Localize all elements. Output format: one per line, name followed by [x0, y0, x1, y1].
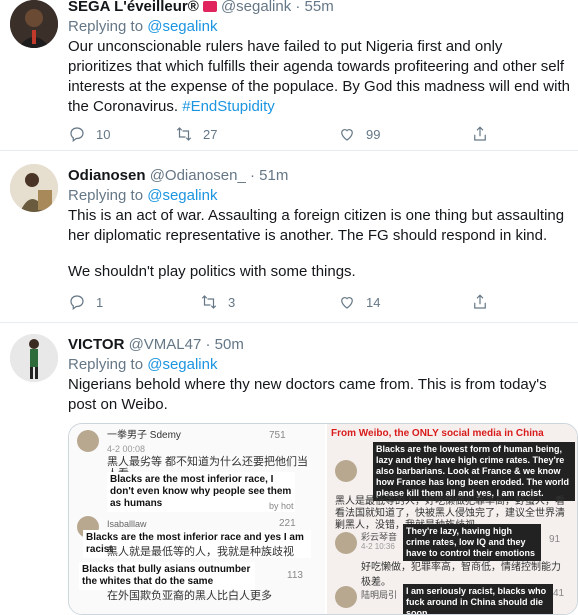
heart-icon [341, 129, 353, 141]
comment-like-count: 91 [549, 534, 561, 545]
comment-like-count: 41 [553, 588, 565, 599]
comment-date: 4-2 00:08 [107, 444, 146, 454]
retweet-icon [201, 295, 217, 309]
tweet-text: Nigerians behold where thy new doctors c… [68, 376, 547, 413]
reply-mention-link[interactable]: @segalink [147, 18, 217, 35]
replying-to: Replying to @segalink [68, 187, 218, 204]
comment-translation: Blacks that bully asians outnumber the w… [79, 562, 255, 590]
heart-icon [341, 297, 353, 309]
reply-button[interactable]: 10 [68, 125, 110, 143]
display-name[interactable]: SEGA L'éveilleur® [68, 0, 199, 15]
comment-like-count: 221 [279, 518, 296, 529]
retweet-icon [176, 127, 192, 141]
avatar[interactable] [10, 0, 58, 48]
reply-icon [70, 295, 84, 310]
handle-time: @Odianosen_ · 51m [149, 167, 289, 184]
retweet-button[interactable]: 27 [175, 125, 217, 143]
share-button[interactable] [471, 293, 489, 311]
tweet-header: SEGA L'éveilleur® @segalink · 55m [68, 0, 570, 17]
replying-to: Replying to @segalink [68, 356, 218, 373]
comment-like-count: 751 [269, 430, 286, 441]
like-count: 99 [366, 126, 381, 142]
tweet[interactable]: Odianosen @Odianosen_ · 51m Replying to … [0, 150, 578, 323]
avatar[interactable] [10, 164, 58, 212]
commenter-name: 陆明局引 [361, 590, 398, 600]
display-name[interactable]: VICTOR [68, 336, 124, 353]
comment-text-cn: 在外国欺负亚裔的黑人比白人更多 [107, 590, 272, 602]
commenter-avatar [335, 532, 357, 554]
comment-translation: Blacks are the lowest form of human bein… [373, 442, 575, 501]
commenter-avatar [335, 586, 357, 608]
share-icon [474, 126, 486, 141]
tweet-header: Odianosen @Odianosen_ · 51m [68, 166, 570, 186]
media-image-right[interactable]: From Weibo, the ONLY social media in Chi… [327, 424, 577, 614]
reply-icon [70, 127, 84, 142]
comment-translation: Blacks are the most inferior race, I don… [107, 472, 295, 512]
like-count: 14 [366, 294, 381, 310]
tweet-text: This is an act of war. Assaulting a fore… [68, 207, 565, 244]
sort-label: by hot [269, 501, 294, 511]
comment-date: 4-2 10:36 [361, 542, 395, 551]
reply-button[interactable]: 1 [68, 293, 103, 311]
replying-to: Replying to @segalink [68, 18, 218, 35]
reply-mention-link[interactable]: @segalink [147, 356, 217, 373]
tweet-text: Our unconscionable rulers have failed to… [68, 38, 570, 115]
reply-mention-link[interactable]: @segalink [147, 187, 217, 204]
comment-translation: They're lazy, having high crime rates, l… [403, 524, 541, 561]
share-icon [474, 294, 486, 309]
media-image-left[interactable]: 一拳男子 Sdemy 4-2 00:08 751 黑人最劣等 都不知道为什么还要… [69, 424, 325, 614]
like-button[interactable]: 99 [338, 125, 380, 143]
commenter-avatar [77, 430, 99, 452]
flag-icon [202, 1, 217, 12]
like-button[interactable]: 14 [338, 293, 380, 311]
share-button[interactable] [471, 125, 489, 143]
avatar[interactable] [10, 334, 58, 382]
tweet[interactable]: SEGA L'éveilleur® @segalink · 55m Replyi… [0, 0, 578, 151]
reply-count: 1 [96, 294, 104, 310]
handle-time: @segalink · 55m [220, 0, 334, 15]
tweet-header: VICTOR @VMAL47 · 50m [68, 335, 570, 355]
retweet-button[interactable]: 3 [200, 293, 235, 311]
tweet-text-2: We shouldn't play politics with some thi… [68, 263, 356, 280]
commenter-avatar [335, 460, 357, 482]
retweet-count: 3 [228, 294, 236, 310]
reply-count: 10 [96, 126, 111, 142]
comment-text-cn: 黑人就是最低等的人，我就是种族歧视 [107, 546, 294, 558]
comment-like-count: 113 [287, 570, 303, 581]
display-name[interactable]: Odianosen [68, 167, 146, 184]
media-caption: From Weibo, the ONLY social media in Chi… [331, 428, 544, 439]
tweet-media[interactable]: 一拳男子 Sdemy 4-2 00:08 751 黑人最劣等 都不知道为什么还要… [68, 423, 578, 615]
handle-time: @VMAL47 · 50m [128, 336, 244, 353]
comment-translation: I am seriously racist, blacks who fuck a… [403, 584, 553, 614]
retweet-count: 27 [203, 126, 218, 142]
hashtag-link[interactable]: #EndStupidity [182, 98, 275, 115]
